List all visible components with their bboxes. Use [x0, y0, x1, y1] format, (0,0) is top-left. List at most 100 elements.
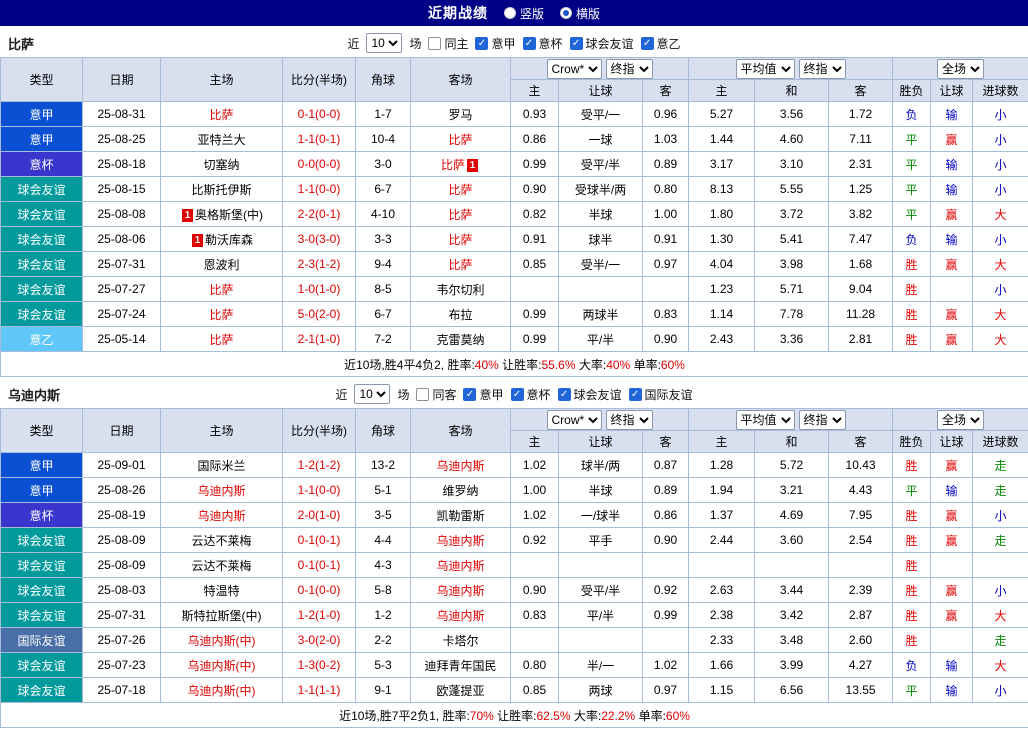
home-team-cell[interactable]: 恩波利: [160, 251, 283, 277]
final-odds-select[interactable]: 终指: [605, 58, 653, 79]
outcome-cell: [930, 627, 974, 653]
away-team-cell[interactable]: 布拉: [410, 301, 511, 327]
home-team-cell[interactable]: 乌迪内斯(中): [160, 677, 283, 703]
home-team-cell[interactable]: 比萨: [160, 101, 283, 127]
corner-cell: 4-3: [355, 552, 411, 578]
away-team-cell[interactable]: 比萨: [410, 126, 511, 152]
recent-count-select[interactable]: 10: [354, 384, 391, 404]
outcome-cell: 胜: [892, 527, 932, 553]
filter-checkbox-serie-b[interactable]: 意乙: [640, 35, 681, 52]
away-team-cell[interactable]: 欧蓬提亚: [410, 677, 511, 703]
average-odds-cell: 10.43: [828, 452, 894, 478]
type-cell: 意甲: [0, 126, 83, 152]
handicap-odds-cell: 0.99: [510, 151, 559, 177]
final-odds-select[interactable]: 终指: [798, 58, 846, 79]
average-odds-cell: 3.48: [754, 627, 830, 653]
average-odds-cell: 1.68: [828, 251, 894, 277]
handicap-odds-cell: 0.90: [510, 176, 559, 202]
full-match-select[interactable]: 全场: [937, 409, 985, 430]
average-select[interactable]: 平均值: [735, 58, 795, 79]
home-team-cell[interactable]: 国际米兰: [160, 452, 283, 478]
team-link-text: 韦尔切利: [436, 282, 485, 297]
handicap-odds-cell: 平手: [558, 527, 643, 553]
filter-checkbox-same-home[interactable]: 同主: [428, 35, 468, 52]
average-odds-cell: 5.71: [754, 276, 830, 302]
date-cell: 25-08-03: [82, 577, 161, 603]
col-header-odds-draw: 和: [754, 430, 830, 453]
filter-checkbox-club-friendly[interactable]: 球会友谊: [569, 35, 634, 52]
score-cell: 2-0(1-0): [282, 502, 356, 528]
home-team-cell[interactable]: 比斯托伊斯: [160, 176, 283, 202]
home-team-cell[interactable]: 比萨: [160, 301, 283, 327]
handicap-odds-cell: 0.87: [641, 452, 690, 478]
away-team-cell[interactable]: 乌迪内斯: [410, 602, 511, 628]
home-team-cell[interactable]: 比萨: [160, 326, 283, 352]
away-team-cell[interactable]: 凯勒雷斯: [410, 502, 511, 528]
home-team-cell[interactable]: 1 勒沃库森: [160, 226, 283, 252]
filter-checkbox-club-friendly[interactable]: 球会友谊: [557, 386, 622, 403]
away-team-cell[interactable]: 卡塔尔: [410, 627, 511, 653]
home-team-cell[interactable]: 乌迪内斯(中): [160, 627, 283, 653]
home-team-cell[interactable]: 斯特拉斯堡(中): [160, 602, 283, 628]
checkbox-label: 国际友谊: [644, 387, 693, 402]
filter-checkbox-serie-a[interactable]: 意甲: [475, 35, 516, 52]
filter-checkbox-coppa[interactable]: 意杯: [522, 35, 563, 52]
away-team-cell[interactable]: 比萨 1: [410, 151, 511, 177]
home-team-cell[interactable]: 1 奥格斯堡(中): [160, 201, 283, 227]
away-team-cell[interactable]: 克雷莫纳: [410, 326, 511, 352]
bookmaker-select[interactable]: Crow*: [546, 409, 602, 430]
bookmaker-select[interactable]: Crow*: [546, 58, 602, 79]
filter-checkbox-serie-a[interactable]: 意甲: [463, 386, 504, 403]
home-team-cell[interactable]: 乌迪内斯(中): [160, 652, 283, 678]
away-team-cell[interactable]: 比萨: [410, 201, 511, 227]
filter-checkbox-same-away[interactable]: 同客: [416, 386, 456, 403]
filter-checkbox-coppa[interactable]: 意杯: [510, 386, 551, 403]
recent-count-select[interactable]: 10: [366, 33, 403, 53]
corner-cell: 1-2: [355, 602, 411, 628]
away-team-cell[interactable]: 乌迪内斯: [410, 577, 511, 603]
home-team-cell[interactable]: 乌迪内斯: [160, 502, 283, 528]
matches-table: 类型 日期 主场 比分(半场) 角球 客场 Crow* 终指 平均值 终指 全场 主…: [0, 408, 1028, 728]
score-cell: 2-3(1-2): [282, 251, 356, 277]
checkbox-label: 同客: [432, 387, 457, 402]
team-link-text: 欧蓬提亚: [436, 683, 485, 698]
home-team-cell[interactable]: 亚特兰大: [160, 126, 283, 152]
away-team-cell[interactable]: 比萨: [410, 176, 511, 202]
home-team-cell[interactable]: 乌迪内斯: [160, 477, 283, 503]
away-team-cell[interactable]: 维罗纳: [410, 477, 511, 503]
away-team-cell[interactable]: 比萨: [410, 226, 511, 252]
col-header-odds-away: 客: [828, 430, 894, 453]
corner-cell: 7-2: [355, 326, 411, 352]
home-team-cell[interactable]: 云达不莱梅: [160, 552, 283, 578]
away-team-cell[interactable]: 罗马: [410, 101, 511, 127]
away-team-cell[interactable]: 乌迪内斯: [410, 527, 511, 553]
radio-horizontal-layout[interactable]: 横版: [560, 5, 600, 22]
final-odds-select[interactable]: 终指: [798, 409, 846, 430]
corner-cell: 2-2: [355, 627, 411, 653]
full-match-select[interactable]: 全场: [937, 58, 985, 79]
average-select[interactable]: 平均值: [735, 409, 795, 430]
away-team-cell[interactable]: 乌迪内斯: [410, 552, 511, 578]
average-odds-cell: 5.55: [754, 176, 830, 202]
home-team-cell[interactable]: 特温特: [160, 577, 283, 603]
radio-vertical-layout[interactable]: 竖版: [503, 5, 544, 22]
average-odds-cell: 1.80: [688, 201, 756, 227]
table-row: 意甲 25-08-31 比萨 0-1(0-0) 1-7 罗马 0.93 受平/一 0.96 5.2…: [0, 101, 1028, 127]
full-match-select-group: 全场: [892, 408, 1028, 431]
away-team-cell[interactable]: 比萨: [410, 251, 511, 277]
home-team-cell[interactable]: 比萨: [160, 276, 283, 302]
filter-checkbox-intl-friendly[interactable]: 国际友谊: [628, 386, 693, 403]
away-team-cell[interactable]: 迪拜青年国民: [410, 652, 511, 678]
outcome-cell: 输: [930, 176, 974, 202]
away-team-cell[interactable]: 韦尔切利: [410, 276, 511, 302]
team-name: 乌迪内斯: [8, 387, 61, 403]
team-link-text: 乌迪内斯: [436, 608, 485, 623]
final-odds-select[interactable]: 终指: [605, 409, 653, 430]
away-team-cell[interactable]: 乌迪内斯: [410, 452, 511, 478]
home-team-cell[interactable]: 云达不莱梅: [160, 527, 283, 553]
average-odds-cell: 4.04: [688, 251, 756, 277]
home-team-cell[interactable]: 切塞纳: [160, 151, 283, 177]
handicap-odds-cell: [641, 627, 690, 653]
handicap-odds-cell: [510, 627, 559, 653]
handicap-odds-cell: 0.89: [641, 151, 690, 177]
